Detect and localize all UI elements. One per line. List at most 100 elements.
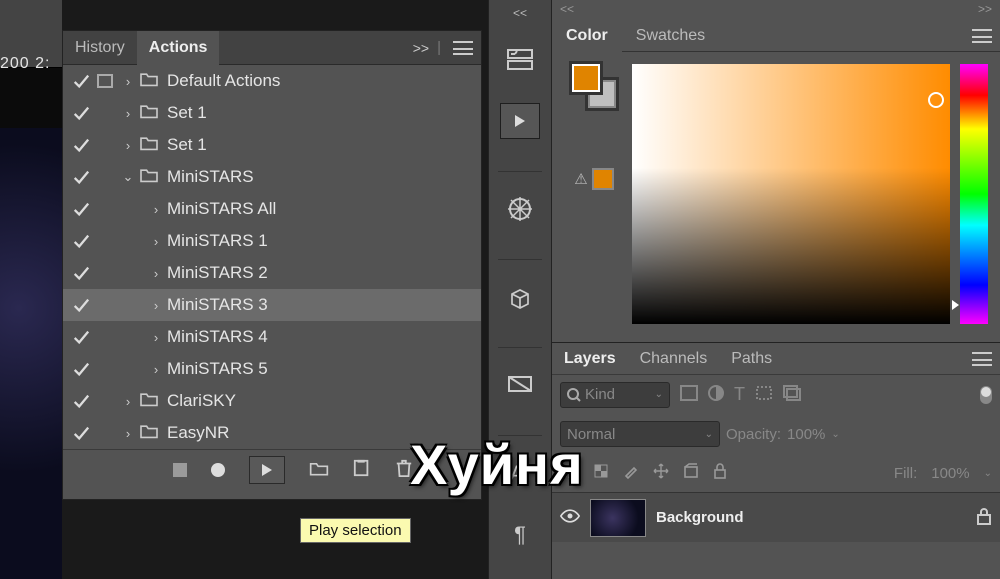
dock-measure-icon[interactable] [500,368,540,403]
layers-menu-icon[interactable] [972,352,992,366]
expand-icon[interactable]: › [145,362,167,377]
filter-type-icon[interactable]: T [734,384,745,405]
expand-icon[interactable]: › [145,330,167,345]
tab-channels[interactable]: Channels [628,343,720,375]
dialog-toggle[interactable] [93,234,117,248]
visibility-icon[interactable] [560,509,580,527]
gamut-warning-icon[interactable]: ⚠ [574,170,587,188]
color-cursor[interactable] [928,92,944,108]
dialog-toggle[interactable] [93,74,117,88]
layer-row[interactable]: Background [552,492,1000,542]
toggle-checkbox[interactable] [69,264,93,282]
toggle-checkbox[interactable] [69,392,93,410]
action-row[interactable]: ›MiniSTARS 1 [63,225,481,257]
gamut-swatch[interactable] [592,168,614,190]
layer-thumbnail[interactable] [590,499,646,537]
lock-move-icon[interactable] [653,463,669,483]
lock-brush-icon[interactable] [623,463,639,483]
toggle-checkbox[interactable] [69,72,93,90]
dock-history-icon[interactable] [500,42,540,77]
blend-mode-dropdown[interactable]: Normal ⌄ [560,421,720,447]
hue-slider[interactable] [960,64,988,324]
dialog-toggle[interactable] [93,330,117,344]
toggle-checkbox[interactable] [69,296,93,314]
expand-icon[interactable]: › [145,234,167,249]
dock-3d-icon[interactable] [500,280,540,315]
action-row[interactable]: ›MiniSTARS 5 [63,353,481,385]
dialog-toggle[interactable] [93,298,117,312]
action-row[interactable]: ›Default Actions [63,65,481,97]
lock-artboard-icon[interactable] [683,463,699,483]
expand-icon[interactable]: › [145,298,167,313]
tab-history[interactable]: History [63,31,137,65]
dialog-toggle[interactable] [93,266,117,280]
opacity-value[interactable]: 100% [787,426,825,443]
expand-icon[interactable]: ⌄ [117,169,139,185]
dialog-toggle[interactable] [93,202,117,216]
layer-name[interactable]: Background [656,509,966,526]
fill-value[interactable]: 100% [931,465,969,482]
action-row[interactable]: ›ClariSKY [63,385,481,417]
tab-actions[interactable]: Actions [137,31,220,65]
action-row[interactable]: ⌄MiniSTARS [63,161,481,193]
color-menu-icon[interactable] [972,29,992,43]
toggle-checkbox[interactable] [69,168,93,186]
toggle-checkbox[interactable] [69,424,93,442]
expand-icon[interactable]: › [117,106,139,121]
dialog-toggle[interactable] [93,106,117,120]
tab-swatches[interactable]: Swatches [622,20,719,52]
action-row[interactable]: ›Set 1 [63,97,481,129]
hue-pointer[interactable] [952,300,959,310]
toggle-checkbox[interactable] [69,360,93,378]
filter-pixel-icon[interactable] [680,385,698,405]
toggle-checkbox[interactable] [69,200,93,218]
filter-adjust-icon[interactable] [708,385,724,405]
tab-color[interactable]: Color [552,20,622,52]
expand-icon[interactable]: › [117,394,139,409]
action-row[interactable]: ›Set 1 [63,129,481,161]
dialog-toggle[interactable] [93,394,117,408]
tab-layers[interactable]: Layers [552,343,628,375]
lock-pixels-icon[interactable] [593,463,609,483]
color-field[interactable] [632,64,950,324]
new-set-icon[interactable] [309,459,329,481]
lock-all-icon[interactable] [713,463,727,483]
toggle-checkbox[interactable] [69,104,93,122]
filter-kind-dropdown[interactable]: Kind ⌄ [560,382,670,408]
expand-icon[interactable]: › [117,138,139,153]
dialog-toggle[interactable] [93,138,117,152]
dock-expand-icon[interactable]: >> [978,2,992,18]
expand-icon[interactable]: › [117,74,139,89]
stop-button[interactable] [173,463,187,477]
play-selection-button[interactable] [249,456,285,484]
dock-paragraph-icon[interactable]: ¶ [500,518,540,553]
panel-menu-icon[interactable] [453,41,473,55]
dock-play-icon[interactable] [500,103,540,138]
fg-bg-swatches[interactable] [572,64,616,108]
toggle-checkbox[interactable] [69,328,93,346]
action-row[interactable]: ›MiniSTARS 3 [63,289,481,321]
expand-icon[interactable]: › [145,266,167,281]
toggle-checkbox[interactable] [69,232,93,250]
dialog-toggle[interactable] [93,426,117,440]
foreground-color-swatch[interactable] [572,64,600,92]
lock-icon[interactable] [976,507,992,529]
dock-collapse-icon[interactable]: << [560,2,574,18]
collapse-icon[interactable]: >> [409,40,433,56]
dock-wheel-icon[interactable] [500,192,540,227]
canvas-preview[interactable] [0,128,62,579]
expand-icon[interactable]: › [117,426,139,441]
action-row[interactable]: ›MiniSTARS 2 [63,257,481,289]
filter-toggle[interactable] [980,386,992,404]
toggle-checkbox[interactable] [69,136,93,154]
expand-icon[interactable]: › [145,202,167,217]
dialog-toggle[interactable] [93,170,117,184]
dialog-toggle[interactable] [93,362,117,376]
action-row[interactable]: ›MiniSTARS 4 [63,321,481,353]
new-action-icon[interactable] [353,459,371,481]
action-row[interactable]: ›MiniSTARS All [63,193,481,225]
record-button[interactable] [211,463,225,477]
filter-smart-icon[interactable] [783,385,801,405]
dock-collapse-icon[interactable]: << [513,6,527,20]
filter-shape-icon[interactable] [755,385,773,405]
